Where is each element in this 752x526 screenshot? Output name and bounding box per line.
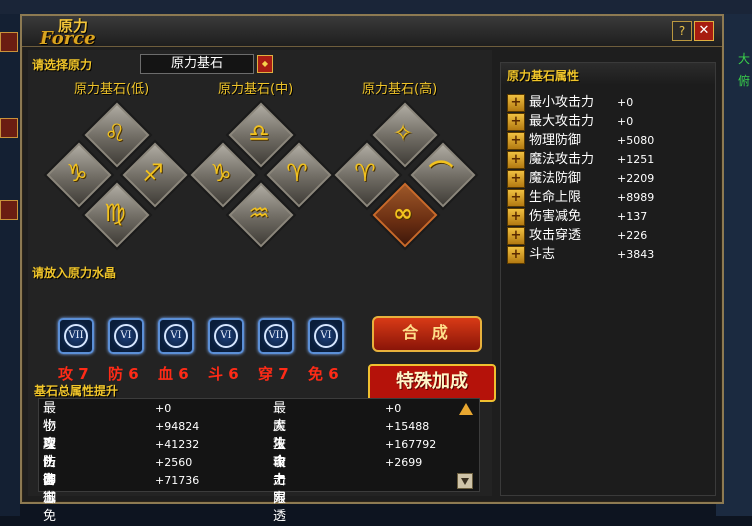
scroll-up-icon[interactable] xyxy=(459,403,473,415)
plus-icon[interactable]: + xyxy=(507,227,525,245)
attr-value: +1251 xyxy=(617,153,655,166)
list-item: + 生命上限 +8989 xyxy=(507,188,707,207)
list-item: + 伤害减免 +137 xyxy=(507,207,707,226)
crystal-slot[interactable]: VII xyxy=(258,318,294,354)
attr-value: +94824 xyxy=(155,420,200,433)
attr-name: 最大攻击力 xyxy=(529,114,595,129)
crystal-icon: VII xyxy=(64,324,88,348)
stone-cluster-low: ♌ ♑ ♐ ♍ xyxy=(43,99,191,251)
attr-value: +137 xyxy=(617,210,648,223)
scroll-down-icon[interactable] xyxy=(457,473,473,489)
tier-label-low: 原力基石(低) xyxy=(74,82,150,97)
list-item: + 斗志 +3843 xyxy=(507,245,707,264)
attr-value: +2699 xyxy=(385,456,423,469)
help-button[interactable]: ? xyxy=(672,21,692,41)
plus-icon[interactable]: + xyxy=(507,132,525,150)
attr-name: 攻击穿透 xyxy=(273,455,287,524)
crystal-slot[interactable]: VI xyxy=(108,318,144,354)
plus-icon[interactable]: + xyxy=(507,151,525,169)
attr-value: +0 xyxy=(617,115,634,128)
background-left xyxy=(0,14,20,516)
attr-name: 斗志 xyxy=(43,473,57,506)
list-item: + 攻击穿透 +226 xyxy=(507,226,707,245)
special-bonus-button[interactable]: 特殊加成 xyxy=(368,364,496,402)
background-top xyxy=(0,0,752,14)
window-title-en: Force xyxy=(40,28,96,49)
crystal-icon: VI xyxy=(114,324,138,348)
plus-icon[interactable]: + xyxy=(507,113,525,131)
select-force-label: 请选择原力 xyxy=(32,58,93,72)
crystal-stat: 防 6 xyxy=(108,365,139,383)
attr-name: 攻击穿透 xyxy=(529,228,582,243)
list-item: + 魔法攻击力 +1251 xyxy=(507,150,707,169)
attr-value: +2209 xyxy=(617,172,655,185)
attr-value: +3843 xyxy=(617,248,655,261)
crystal-icon: VI xyxy=(164,324,188,348)
stone-attributes-panel: 原力基石属性 + 最小攻击力 +0 + 最大攻击力 +0 + 物理防御 +508… xyxy=(500,62,716,496)
attr-name: 魔法攻击力 xyxy=(529,152,595,167)
side-button[interactable] xyxy=(0,118,18,138)
plus-icon[interactable]: + xyxy=(507,208,525,226)
total-attributes-list: 最小攻击力 +0 最大攻击力 +0 物理防御 +94824 魔法攻击力 +154… xyxy=(38,398,480,524)
attr-value: +5080 xyxy=(617,134,655,147)
attr-value: +41232 xyxy=(155,438,200,451)
list-item: + 物理防御 +5080 xyxy=(507,131,707,150)
crystal-icon: VII xyxy=(264,324,288,348)
attr-value: +0 xyxy=(617,96,634,109)
attr-name: 魔法防御 xyxy=(529,171,582,186)
attr-value: +167792 xyxy=(385,438,437,451)
attr-value: +226 xyxy=(617,229,648,242)
compose-button[interactable]: 合 成 xyxy=(372,316,482,352)
crystal-stat: 血 6 xyxy=(158,365,189,383)
zodiac-icon: ♍ xyxy=(104,199,126,227)
crystal-stat: 免 6 xyxy=(308,365,339,383)
stone-cluster-mid: ♎ ♑ ♈ ♒ xyxy=(187,99,335,251)
crystal-icon: VI xyxy=(314,324,338,348)
crystal-slot[interactable]: VII xyxy=(58,318,94,354)
attr-value: +71736 xyxy=(155,474,200,487)
plus-icon[interactable]: + xyxy=(507,94,525,112)
crystal-stat: 攻 7 xyxy=(58,365,89,383)
bg-text: 大 xyxy=(737,52,750,66)
attr-name: 斗志 xyxy=(529,247,556,262)
attr-value: +0 xyxy=(385,402,402,415)
list-item: + 最大攻击力 +0 xyxy=(507,112,707,131)
crystal-slot[interactable]: VI xyxy=(208,318,244,354)
attr-name: 伤害减免 xyxy=(529,209,582,224)
title-bar[interactable]: 原力 Force ? ✕ xyxy=(22,16,722,49)
dropdown-toggle-icon[interactable]: ◆ xyxy=(257,55,273,73)
stone-cluster-high: ✧ ♈ ⌒ ∞ xyxy=(331,99,479,251)
force-type-dropdown[interactable]: 原力基石 xyxy=(140,54,254,74)
plus-icon[interactable]: + xyxy=(507,246,525,264)
bg-text: 俯 xyxy=(737,74,750,88)
attr-name: 物理防御 xyxy=(529,133,582,148)
crystal-slot[interactable]: VI xyxy=(308,318,344,354)
side-button[interactable] xyxy=(0,200,18,220)
insert-crystal-label: 请放入原力水晶 xyxy=(32,266,117,280)
zodiac-icon: ∞ xyxy=(393,199,413,227)
list-item: + 最小攻击力 +0 xyxy=(507,93,707,112)
left-panel: 请选择原力 原力基石 ◆ 原力基石(低) 原力基石(中) 原力基石(高) ♌ ♑… xyxy=(28,50,496,524)
plus-icon[interactable]: + xyxy=(507,170,525,188)
close-button[interactable]: ✕ xyxy=(694,21,714,41)
tier-label-mid: 原力基石(中) xyxy=(218,82,294,97)
crystal-slot[interactable]: VI xyxy=(158,318,194,354)
attr-name: 生命上限 xyxy=(529,190,582,205)
attr-name: 最小攻击力 xyxy=(529,95,595,110)
total-attributes-label: 基石总属性提升 xyxy=(34,384,119,398)
list-item: + 魔法防御 +2209 xyxy=(507,169,707,188)
crystal-stat: 斗 6 xyxy=(208,365,239,383)
attr-value: +2560 xyxy=(155,456,193,469)
stone-attributes-title: 原力基石属性 xyxy=(507,69,580,83)
plus-icon[interactable]: + xyxy=(507,189,525,207)
force-window: 原力 Force ? ✕ 请选择原力 原力基石 ◆ 原力基石(低) 原力基石(中… xyxy=(20,14,724,524)
crystal-stat: 穿 7 xyxy=(258,365,289,383)
tier-label-high: 原力基石(高) xyxy=(362,82,438,97)
attr-value: +0 xyxy=(155,402,172,415)
attr-value: +8989 xyxy=(617,191,655,204)
crystal-icon: VI xyxy=(214,324,238,348)
attr-value: +15488 xyxy=(385,420,430,433)
side-button[interactable] xyxy=(0,32,18,52)
zodiac-icon: ♒ xyxy=(248,199,270,227)
